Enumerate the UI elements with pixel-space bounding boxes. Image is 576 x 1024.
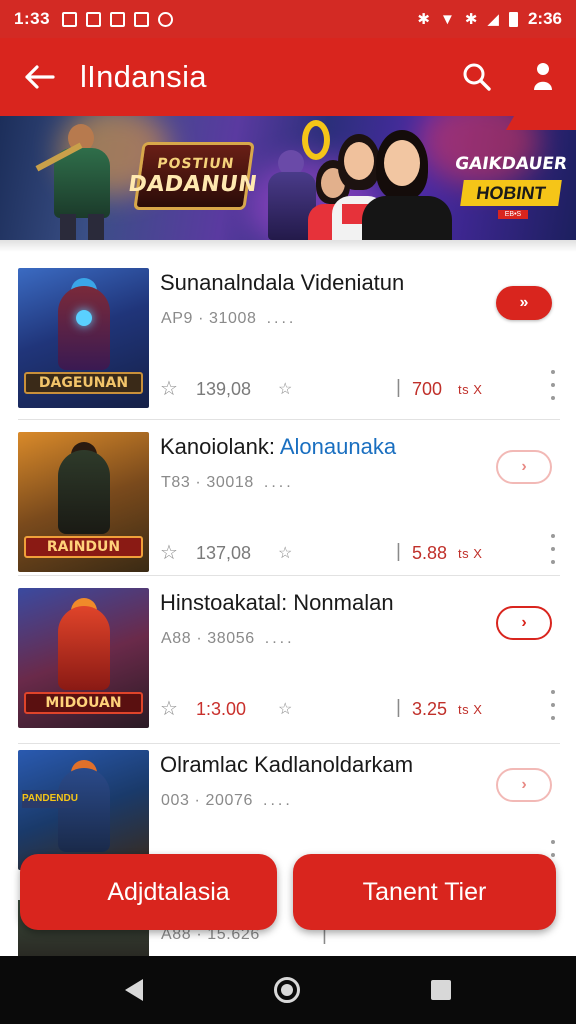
list-item[interactable]: MIDOUAN Hinstoakatal: Nonmalan A88 · 380… — [0, 560, 576, 744]
status-bar: 1:33 ✱ ▼ ✱ ◢ 2:36 — [0, 0, 576, 38]
person-icon — [534, 63, 552, 90]
thumb-caption: PANDENDU — [22, 790, 78, 808]
arrow-left-icon — [25, 65, 55, 89]
star-icon: ☆ — [160, 378, 178, 400]
separator: | — [396, 377, 401, 398]
app-meta: 003 · 20076.... — [161, 792, 293, 809]
image-notif-icon — [62, 11, 78, 27]
page-title: lIndansia — [80, 59, 207, 94]
play-icon: › — [521, 614, 527, 631]
signal-icon: ◢ — [487, 11, 499, 28]
bluetooth-icon: ✱ — [417, 11, 430, 28]
app-title: Hinstoakatal: Nonmalan — [160, 590, 394, 615]
mail-notif-icon — [86, 11, 102, 27]
battery-icon — [508, 11, 518, 27]
app-price-unit: ts X — [458, 702, 483, 717]
banner-logo-left-line1: POSTIUN — [156, 155, 236, 172]
thumb-caption: DAGEUNAN — [24, 372, 143, 394]
banner-logo-right: GAIKDAUER HOBINT EB•S — [452, 144, 570, 220]
more-options-icon[interactable] — [549, 370, 557, 400]
banner-logo-right-line3: EB•S — [498, 210, 528, 219]
system-nav-bar — [0, 956, 576, 1024]
app-bar: lIndansia — [0, 38, 576, 116]
back-button[interactable] — [0, 38, 80, 116]
app-price: 700 — [412, 379, 443, 399]
thumb-caption: RAINDUN — [24, 536, 143, 558]
search-button[interactable] — [444, 38, 510, 116]
tier-button-label: Tanent Tier — [362, 877, 487, 906]
play-button[interactable]: › — [496, 450, 552, 484]
search-icon — [463, 63, 491, 91]
list-item[interactable]: RAINDUN Kanoiolank: Alonaunaka T83 · 300… — [0, 404, 576, 576]
status-time: 1:33 — [14, 9, 51, 28]
app-meta: AP9 · 31008.... — [161, 310, 297, 327]
photo-notif-icon — [134, 11, 150, 27]
bluetooth-icon: ✱ — [464, 11, 478, 28]
message-notif-icon — [110, 11, 126, 27]
nav-recents-icon[interactable] — [430, 980, 451, 1000]
more-options-icon[interactable] — [549, 690, 557, 720]
play-button[interactable]: › — [496, 606, 552, 640]
play-button[interactable]: » — [496, 286, 552, 320]
app-rating: 139,08 — [196, 379, 252, 399]
status-clock: 2:36 — [527, 9, 562, 28]
banner-hero-warrior — [35, 124, 126, 240]
promo-banner[interactable]: POSTIUN DADANUN GAIKDAUER HOBINT EB•S — [0, 116, 576, 240]
star-small-icon: ☆ — [278, 381, 293, 398]
banner-logo-right-line1: GAIKDAUER — [453, 154, 569, 174]
star-small-icon: ☆ — [278, 701, 293, 718]
adjust-button-label: Adjdtalasia — [107, 877, 230, 906]
app-thumbnail[interactable]: PANDENDU — [18, 750, 149, 870]
app-price-unit: ts X — [458, 382, 483, 397]
app-title: Olramlac Kadlanoldarkam — [160, 752, 414, 777]
app-thumbnail[interactable]: DAGEUNAN — [18, 268, 149, 408]
app-meta: T83 · 30018.... — [161, 474, 294, 491]
banner-logo-left-line2: DADANUN — [126, 171, 260, 197]
banner-presenter-3 — [362, 130, 452, 240]
app-thumbnail[interactable]: RAINDUN — [18, 432, 149, 572]
play-button[interactable]: › — [496, 768, 552, 802]
profile-button[interactable] — [510, 38, 576, 116]
app-title: Sunanalndala Videniatun — [160, 270, 405, 295]
radio-notif-icon — [158, 11, 174, 27]
app-price: 3.25 — [412, 699, 448, 719]
app-rating: 1:3.00 — [196, 699, 247, 719]
adjust-button[interactable]: Adjdtalasia — [20, 854, 277, 930]
star-icon: ☆ — [160, 698, 178, 720]
banner-logo-left: POSTIUN DADANUN — [127, 142, 259, 210]
thumb-caption: MIDOUAN — [24, 692, 143, 714]
tier-button[interactable]: Tanent Tier — [293, 854, 556, 930]
app-title: Kanoiolank: Alonaunaka — [160, 434, 397, 459]
play-icon: › — [521, 458, 527, 475]
app-price-unit: ts X — [458, 546, 483, 561]
wifi-icon: ▼ — [439, 10, 455, 28]
nav-back-icon[interactable] — [125, 979, 144, 1001]
play-icon: » — [519, 294, 529, 311]
play-icon: › — [521, 776, 527, 793]
separator: | — [396, 697, 401, 718]
nav-home-icon[interactable] — [273, 977, 300, 1003]
list-item[interactable]: DAGEUNAN Sunanalndala Videniatun AP9 · 3… — [0, 240, 576, 420]
app-meta: A88 · 38056.... — [161, 630, 295, 647]
banner-logo-right-line2: HOBINT — [460, 180, 562, 206]
app-thumbnail[interactable]: MIDOUAN — [18, 588, 149, 728]
